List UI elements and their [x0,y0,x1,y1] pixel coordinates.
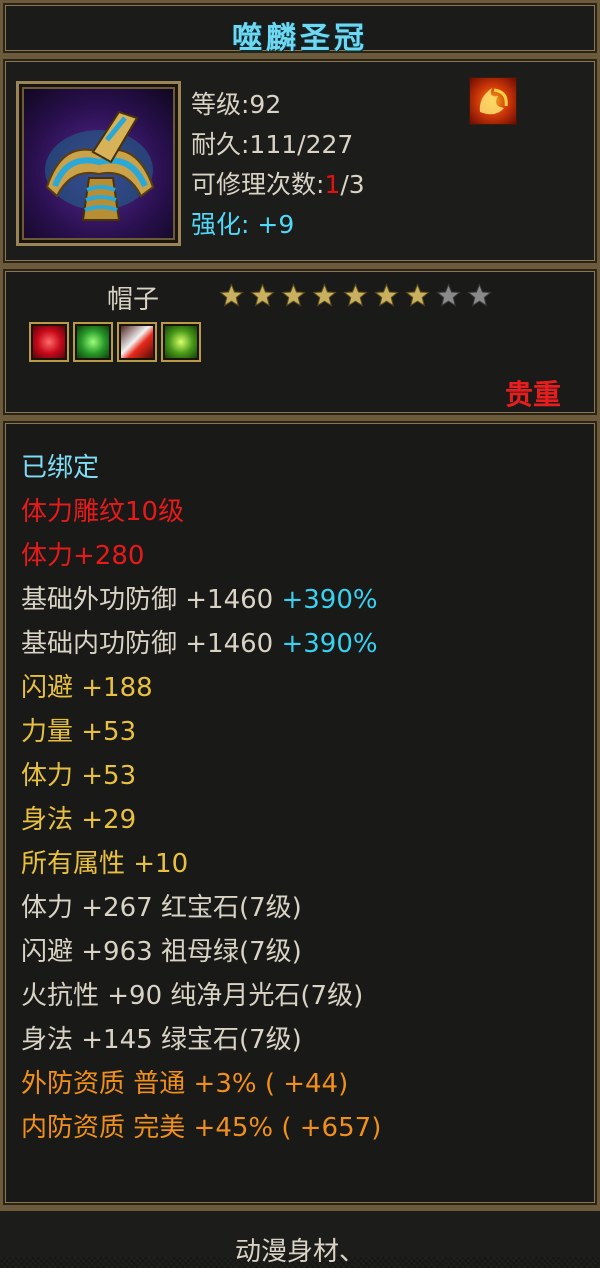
fire-icon [469,77,517,125]
item-slot[interactable] [16,81,181,246]
int-defense-value: 基础内功防御 +1460 [21,629,274,659]
gem-line-2: 闪避 +963 祖母绿(7级) [21,937,302,967]
moonstone-gem-icon[interactable] [117,322,157,362]
star-rating [219,283,492,308]
repair-used: 1 [324,170,341,199]
crown-icon [45,110,155,221]
bound-status: 已绑定 [21,453,100,483]
footer-bar: 动漫身材、 [0,1208,600,1267]
agility-line: 身法 +29 [21,805,137,835]
rarity-label: 贵重 [504,378,561,411]
repair-label: 可修理次数: [191,170,325,199]
emerald-gem-icon[interactable] [161,322,201,362]
star-filled-icon [281,283,306,307]
gem-slots [29,322,201,362]
star-filled-icon [312,283,337,307]
star-empty-icon [436,283,461,307]
star-filled-icon [405,283,430,307]
item-info-panel: 等级:92 耐久:111/227 可修理次数:1/3 强化: +9 [0,56,600,266]
attributes-panel: 已绑定 体力雕纹10级 体力+280 基础外功防御 +1460 +390% 基础… [0,418,600,1208]
durability-text: 耐久:111/227 [191,130,354,159]
red-gem-icon[interactable] [29,322,69,362]
gem-line-1: 体力 +267 红宝石(7级) [21,893,302,923]
stamina-bonus-line: 体力+280 [21,541,145,571]
gem-line-4: 身法 +145 绿宝石(7级) [21,1025,302,1055]
enhance-text: 强化: +9 [191,210,295,239]
star-empty-icon [467,283,492,307]
star-filled-icon [374,283,399,307]
dodge-line: 闪避 +188 [21,673,153,703]
repair-total: /3 [340,170,365,199]
star-filled-icon [219,283,244,307]
stamina-line: 体力 +53 [21,761,137,791]
int-defense-pct: +390% [281,629,378,659]
int-defense-line: 基础内功防御 +1460 +390% [21,629,378,659]
repair-count-text: 可修理次数:1/3 [191,165,365,201]
footer-text: 动漫身材、 [234,1237,365,1267]
item-type: 帽子 [107,285,160,315]
quality-int-line: 内防资质 完美 +45% ( +657) [21,1113,382,1143]
level-text: 等级:92 [191,90,282,119]
item-title: 噬麟圣冠 [232,21,368,56]
gem-line-3: 火抗性 +90 纯净月光石(7级) [21,981,364,1011]
star-filled-icon [343,283,368,307]
category-panel: 帽子 贵重 [0,266,600,418]
ext-defense-value: 基础外功防御 +1460 [21,585,274,615]
strength-line: 力量 +53 [21,717,137,747]
title-bar: 噬麟圣冠 [0,0,600,56]
engrave-line: 体力雕纹10级 [21,497,185,527]
all-attr-line: 所有属性 +10 [21,849,189,879]
star-filled-icon [250,283,275,307]
quality-ext-line: 外防资质 普通 +3% ( +44) [21,1069,349,1099]
ext-defense-line: 基础外功防御 +1460 +390% [21,585,378,615]
ext-defense-pct: +390% [281,585,378,615]
green-gem-icon[interactable] [73,322,113,362]
